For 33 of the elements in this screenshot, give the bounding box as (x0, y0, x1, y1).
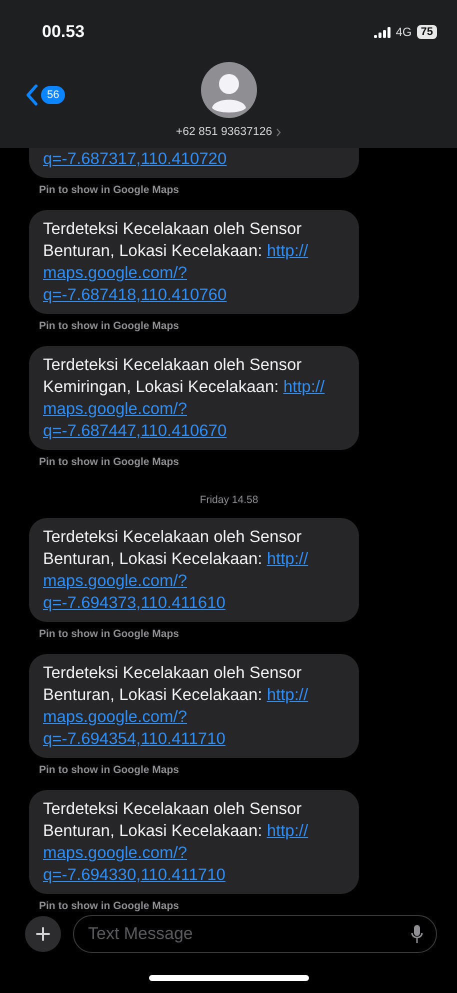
message-text: Terdeteksi Kecelakaan oleh Sensor Benturan, Lokasi Kecelakaan: http://maps.google.com/?q=-7.694330,110.411710 (43, 799, 310, 886)
pin-hint: Pin to show in Google Maps (39, 184, 180, 196)
plus-icon (36, 927, 50, 941)
unread-badge: 56 (41, 86, 66, 104)
message-input[interactable]: Text Message (73, 915, 437, 953)
message-text: Terdeteksi Kecelakaan oleh Sensor Benturan, Lokasi Kecelakaan: http://maps.google.com/?q=-7.694354,110.411710 (43, 663, 310, 750)
message-bubble[interactable]: Terdeteksi Kecelakaan oleh Sensor Benturan, Lokasi Kecelakaan: http://maps.google.com/?q=-7.694354,110.411710 (29, 654, 359, 758)
microphone-icon[interactable] (411, 924, 423, 944)
message-text: Terdeteksi Kecelakaan oleh Sensor Benturan, Lokasi Kecelakaan: http://maps.google.com/?q=-7.687418,110.410760 (43, 219, 310, 306)
signal-icon (374, 26, 391, 38)
back-button[interactable]: 56 (26, 84, 66, 106)
message-bubble[interactable]: Terdeteksi Kecelakaan oleh Sensor Kemiringan, Lokasi Kecelakaan: http://maps.google.com/?q=-7.687447,110.410670 (29, 346, 359, 450)
timestamp: Friday 14.58 (198, 494, 260, 506)
message-bubble[interactable]: Terdeteksi Kecelakaan oleh Sensor Benturan, Lokasi Kecelakaan: http://maps.google.com/?q=-7.694330,110.411710 (29, 790, 359, 894)
message-bubble[interactable]: Terdeteksi Kecelakaan oleh Sensor Benturan, Lokasi Kecelakaan: http://maps.google.com/?q=-7.687418,110.410760 (29, 210, 359, 314)
battery-indicator: 75 (416, 25, 437, 39)
chevron-icon (276, 128, 282, 136)
pin-hint: Pin to show in Google Maps (39, 628, 180, 640)
pin-hint: Pin to show in Google Maps (39, 764, 180, 776)
contact-number[interactable]: +62 851 93637126 (176, 126, 272, 138)
network-label: 4G (396, 25, 412, 39)
pin-hint: Pin to show in Google Maps (39, 900, 180, 912)
message-bubble[interactable]: Terdeteksi Kecelakaan oleh Sensor Benturan, Lokasi Kecelakaan: http://maps.google.com/?q=-7.694373,110.411610 (29, 518, 359, 622)
pin-hint: Pin to show in Google Maps (39, 320, 180, 332)
message-text: q=-7.687317,110.410720 (43, 149, 228, 170)
back-chevron-icon (26, 84, 38, 106)
add-button[interactable] (25, 916, 61, 952)
message-text: Terdeteksi Kecelakaan oleh Sensor Kemiringan, Lokasi Kecelakaan: http://maps.google.com/?q=-7.687447,110.410670 (43, 355, 326, 442)
status-time: 00.53 (42, 22, 85, 42)
pin-hint: Pin to show in Google Maps (39, 456, 180, 468)
message-text: Terdeteksi Kecelakaan oleh Sensor Benturan, Lokasi Kecelakaan: http://maps.google.com/?q=-7.694373,110.411610 (43, 527, 310, 614)
avatar-icon[interactable] (200, 62, 256, 118)
message-bubble[interactable]: q=-7.687317,110.410720 (29, 148, 359, 178)
